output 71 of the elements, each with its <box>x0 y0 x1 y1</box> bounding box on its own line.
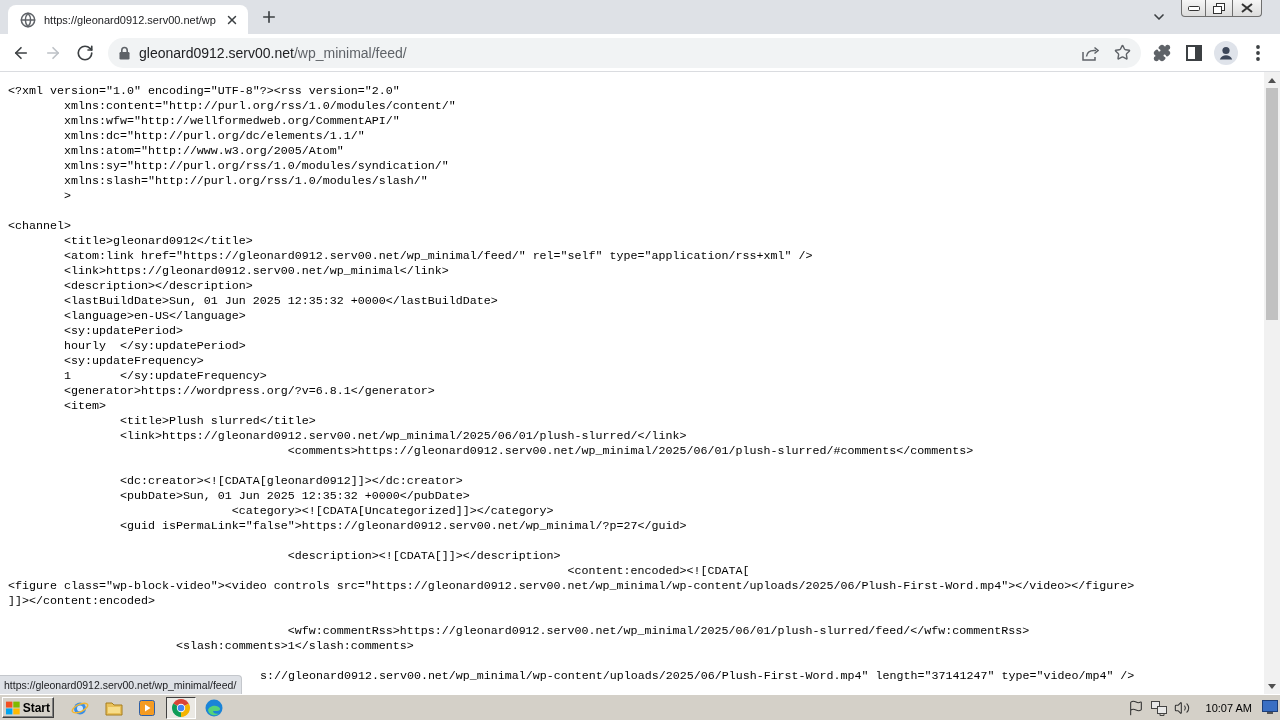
scrollbar-track[interactable] <box>1264 72 1280 694</box>
share-icon <box>1081 44 1099 61</box>
code-line: xmlns:slash="http://purl.org/rss/1.0/modules/slash/" <box>63 174 428 188</box>
code-line: ]]></content:encoded> <box>8 594 155 608</box>
code-line: <item> <box>63 399 106 413</box>
swirl-logo-icon <box>205 698 223 717</box>
code-line: <category><![CDATA[Uncategorized]]></category> <box>231 504 554 518</box>
reload-icon <box>76 43 94 62</box>
code-line: <wfw:commentRss>https://gleonard0912.serv00.net/wp_minimal/2025/06/01/plush-slurred/feed/</wfw:commentRss> <box>287 624 1030 638</box>
scrollbar-thumb[interactable] <box>1266 88 1278 320</box>
up-triangle-icon <box>1268 77 1276 83</box>
code-line: xmlns:sy="http://purl.org/rss/1.0/modules/syndication/" <box>63 159 449 173</box>
globe-icon <box>20 11 36 28</box>
code-line: <guid isPermaLink="false">https://gleonard0912.serv00.net/wp_minimal/?p=27</guid> <box>119 519 687 533</box>
code-line: <description></description> <box>63 279 253 293</box>
clock-time[interactable]: 10:07 AM <box>1205 701 1252 714</box>
down-triangle-icon <box>1268 683 1276 689</box>
code-line: <language>en-US</language> <box>63 309 246 323</box>
code-line: <content:encoded><![CDATA[ <box>567 564 750 578</box>
close-icon <box>1241 3 1253 13</box>
minimize-button[interactable] <box>1181 0 1206 17</box>
restore-button[interactable] <box>1205 0 1233 17</box>
puzzle-icon <box>1153 43 1171 62</box>
code-line: <link>https://gleonard0912.serv00.net/wp_minimal/2025/06/01/plush-slurred/</link> <box>119 429 687 443</box>
code-line: <pubDate>Sun, 01 Jun 2025 12:35:32 +0000</pubDate> <box>119 489 470 503</box>
speaker-icon[interactable] <box>1173 699 1190 716</box>
code-line: <atom:link href="https://gleonard0912.serv00.net/wp_minimal/feed/" rel="self" type="application/rss+xml" /> <box>63 249 813 263</box>
minimize-icon <box>1187 5 1200 11</box>
code-line: <sy:updateFrequency> <box>63 354 204 368</box>
code-line: xmlns:dc="http://purl.org/dc/elements/1.1/" <box>63 129 365 143</box>
code-line: <generator>https://wordpress.org/?v=6.8.1</generator> <box>63 384 435 398</box>
browser-tab[interactable]: https://gleonard0912.serv00.net/wp <box>8 5 248 34</box>
menu-icon <box>1256 44 1260 61</box>
code-line: xmlns:content="http://purl.org/rss/1.0/modules/content/" <box>63 99 456 113</box>
code-line: s://gleonard0912.serv00.net/wp_minimal/wp-content/uploads/2025/06/Plush-First-Word.mp4" length="37141247" type="video/mp4" /> <box>260 669 1135 683</box>
code-line: <comments>https://gleonard0912.serv00.net/wp_minimal/2025/06/01/plush-slurred/#comments</comments> <box>287 444 974 458</box>
lock-icon <box>119 45 130 60</box>
code-line: xmlns:wfw="http://wellformedweb.org/CommentAPI/" <box>63 114 400 128</box>
code-line: > <box>63 189 71 203</box>
taskbar-app-button[interactable] <box>165 696 196 719</box>
code-line: <dc:creator><![CDATA[gleonard0912]]></dc:creator> <box>119 474 463 488</box>
round-logo-icon <box>171 698 190 717</box>
link-status-bubble: https://gleonard0912.serv00.net/wp_minimal/feed/ <box>0 675 243 694</box>
code-line: <channel> <box>8 219 71 233</box>
code-line: hourly </sy:updatePeriod> <box>63 339 246 353</box>
folder-icon <box>104 699 123 716</box>
desktop-icon <box>1262 699 1278 714</box>
code-line: <?xml version="1.0" encoding="UTF-8"?><rss version="2.0" <box>8 84 400 98</box>
four-pane-flag-icon <box>6 700 20 715</box>
code-line: 1 </sy:updateFrequency> <box>63 369 267 383</box>
code-line: <link>https://gleonard0912.serv00.net/wp_minimal</link> <box>63 264 449 278</box>
star-icon <box>1113 44 1131 61</box>
code-line: <sy:updatePeriod> <box>63 324 183 338</box>
code-line: <slash:comments>1</slash:comments> <box>175 639 414 653</box>
flag-icon[interactable] <box>1127 699 1144 716</box>
show-desktop-button[interactable] <box>1262 699 1278 716</box>
start-button[interactable]: Start <box>2 697 54 718</box>
code-line: <figure class="wp-block-video"><video controls src="https://gleonard0912.serv00.net/wp_minimal/wp-content/uploads/2025/06/Plush-First-Word.mp4"></video></figure> <box>8 579 1135 593</box>
code-line: <description><![CDATA[]]></description> <box>287 549 561 563</box>
address-bar[interactable]: gleonard0912.serv00.net/wp_minimal/feed/ <box>108 37 1141 68</box>
play-icon <box>139 699 155 716</box>
profile-avatar-icon <box>1214 40 1238 65</box>
code-line: <title>Plush slurred</title> <box>119 414 316 428</box>
code-line: <lastBuildDate>Sun, 01 Jun 2025 12:35:32 +0000</lastBuildDate> <box>63 294 498 308</box>
code-line: xmlns:atom="http://www.w3.org/2005/Atom" <box>63 144 344 158</box>
code-line: <title>gleonard0912</title> <box>63 234 253 248</box>
network-icon[interactable] <box>1150 699 1167 716</box>
side-panel-icon <box>1186 44 1202 61</box>
restore-icon <box>1213 2 1225 14</box>
close-window-button[interactable] <box>1232 0 1262 17</box>
plus-icon <box>260 8 278 26</box>
